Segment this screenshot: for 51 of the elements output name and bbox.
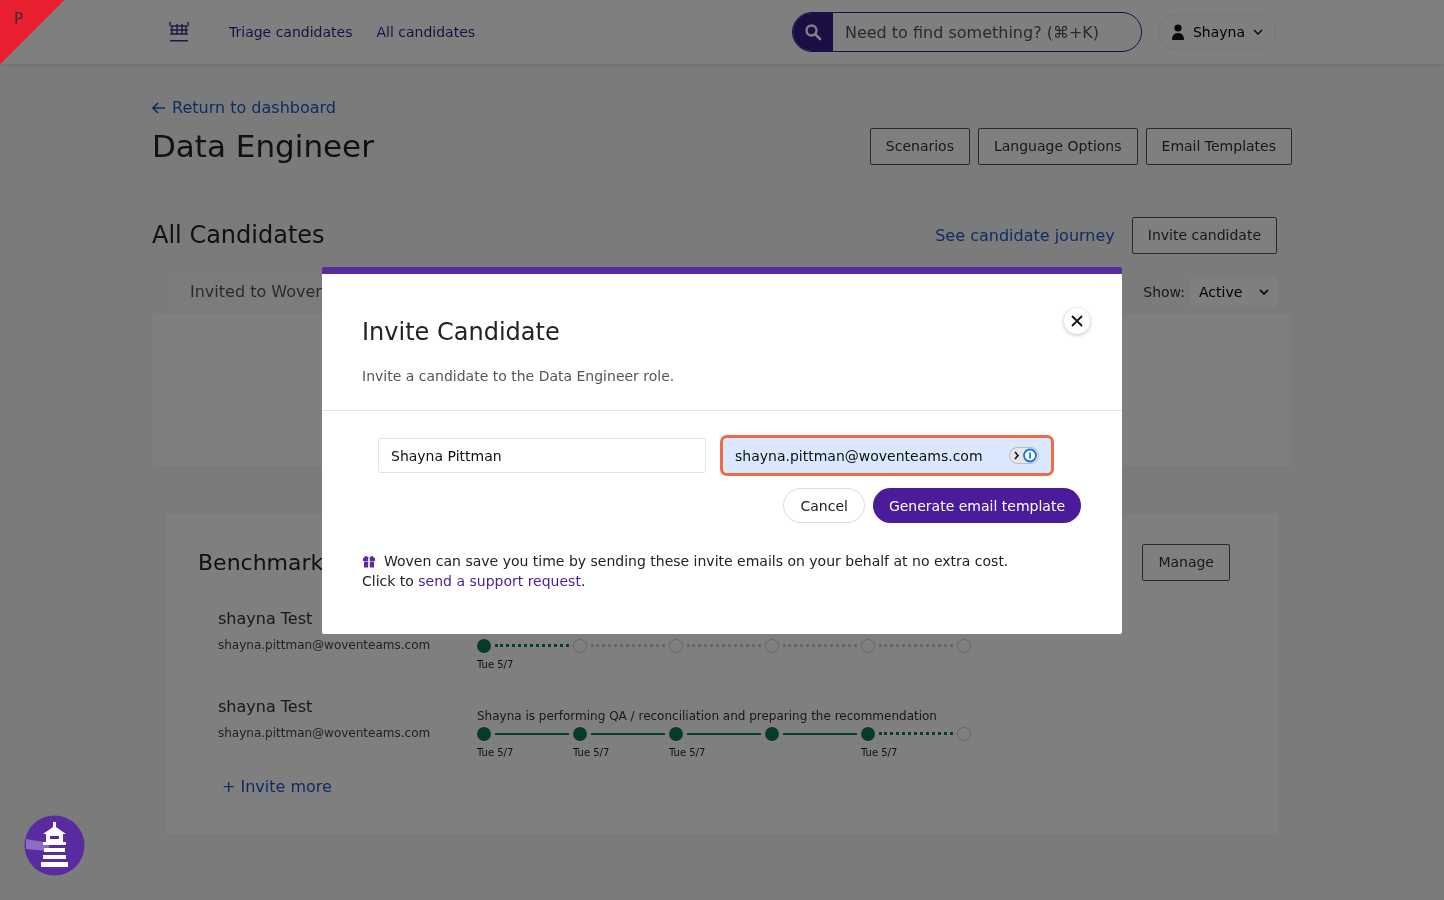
benchmark-title: Benchmark xyxy=(198,549,324,575)
dialog-title: Invite Candidate xyxy=(362,318,561,346)
search-icon xyxy=(803,23,822,41)
back-link[interactable]: Return to dashboard xyxy=(152,98,336,117)
name-field[interactable]: Shayna Pittman xyxy=(378,438,706,473)
step-date: Tue 5/7 xyxy=(573,746,610,758)
environment-badge-text: P xyxy=(14,10,24,28)
arrow-left-icon xyxy=(152,101,166,114)
support-note: Click to send a support request. xyxy=(362,573,587,589)
step-date: Tue 5/7 xyxy=(861,746,898,758)
password-manager-icon[interactable] xyxy=(1009,447,1039,464)
candidate-status: Shayna is performing QA / reconciliation and preparing the recommendation xyxy=(477,708,938,723)
nav-link[interactable]: All candidates xyxy=(376,24,476,40)
email-field[interactable]: shayna.pittman@woventeams.com xyxy=(720,435,1054,476)
lighthouse-icon xyxy=(24,815,85,876)
gift-icon xyxy=(362,554,376,568)
candidate-name: shayna Test xyxy=(218,696,314,716)
close-icon xyxy=(1071,315,1083,327)
close-button[interactable] xyxy=(1064,308,1090,334)
candidate-email: shayna.pittman@woventeams.com xyxy=(218,725,432,740)
user-menu-button[interactable]: Shayna xyxy=(1157,14,1276,50)
header-button[interactable]: Email Templates xyxy=(1145,127,1292,165)
invite-candidate-button[interactable]: Invite candidate xyxy=(1131,216,1277,254)
lighthouse-chat-button[interactable] xyxy=(24,815,85,876)
manage-button[interactable]: Manage xyxy=(1142,543,1230,581)
section-title: All Candidates xyxy=(152,221,326,249)
dialog-subtitle: Invite a candidate to the Data Engineer role. xyxy=(362,368,675,384)
info-note: Woven can save you time by sending these invite emails on your behalf at no extra cost. xyxy=(384,553,1009,569)
candidate-name: shayna Test xyxy=(218,608,314,628)
email-input[interactable]: shayna.pittman@woventeams.com xyxy=(735,447,1009,464)
status-select[interactable]: Active xyxy=(1191,275,1277,308)
header-button[interactable]: Scenarios xyxy=(869,127,970,165)
show-label: Show: xyxy=(1143,283,1185,300)
person-icon xyxy=(1170,24,1185,40)
step-date: Tue 5/7 xyxy=(477,658,514,670)
search-field[interactable]: Need to find something? (⌘+K) xyxy=(791,12,1142,52)
generate-button[interactable]: Generate email template xyxy=(872,488,1081,523)
environment-badge xyxy=(0,0,64,64)
candidate-email: shayna.pittman@woventeams.com xyxy=(218,637,432,652)
step-date: Tue 5/7 xyxy=(669,746,706,758)
search-input[interactable]: Need to find something? (⌘+K) xyxy=(832,13,1141,51)
nav-link[interactable]: Triage candidates xyxy=(229,24,353,40)
chevron-down-icon xyxy=(1253,29,1263,35)
header-button[interactable]: Language Options xyxy=(977,127,1138,165)
chevron-down-icon xyxy=(1259,288,1269,295)
step-date: Tue 5/7 xyxy=(477,746,514,758)
support-request-link[interactable]: send a support request xyxy=(418,573,581,589)
cancel-button[interactable]: Cancel xyxy=(783,488,865,523)
invite-more-link[interactable]: + Invite more xyxy=(222,776,332,796)
page-title: Data Engineer xyxy=(152,128,374,164)
journey-link[interactable]: See candidate journey xyxy=(935,225,1115,245)
